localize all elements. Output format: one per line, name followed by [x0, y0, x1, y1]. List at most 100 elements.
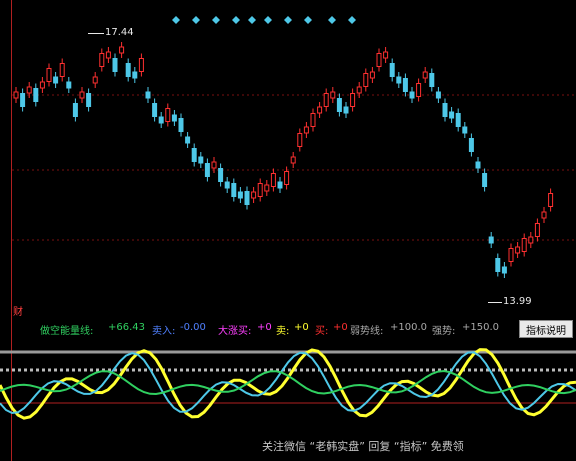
candle — [264, 180, 270, 196]
signal-marker — [284, 16, 292, 24]
candle — [211, 157, 217, 173]
signal-marker — [328, 16, 336, 24]
candle — [231, 178, 237, 202]
candle — [455, 108, 461, 132]
candle — [462, 122, 468, 138]
candle — [20, 88, 26, 112]
candle — [224, 177, 230, 193]
candle — [59, 58, 65, 82]
candle — [125, 58, 131, 82]
candle — [270, 168, 276, 192]
candle — [204, 158, 210, 182]
candle — [33, 83, 39, 107]
signal-marker — [232, 16, 240, 24]
candle — [303, 122, 309, 138]
candle — [66, 77, 72, 93]
candle — [251, 187, 257, 203]
candle — [376, 48, 382, 72]
candle — [495, 253, 501, 277]
signal-marker — [212, 16, 220, 24]
candle — [297, 128, 303, 152]
candle — [198, 152, 204, 168]
candle — [257, 178, 263, 202]
signal-marker — [264, 16, 272, 24]
candle — [435, 87, 441, 103]
candle — [422, 67, 428, 83]
candle — [185, 132, 191, 148]
candle — [310, 108, 316, 132]
candle — [389, 58, 395, 82]
candle — [86, 88, 92, 112]
candle — [515, 242, 521, 258]
high-price-label: 17.44 — [105, 27, 134, 38]
candle — [534, 218, 540, 242]
candle — [508, 243, 514, 267]
candle — [336, 93, 342, 117]
candle — [383, 47, 389, 63]
candle — [343, 102, 349, 118]
candle — [79, 87, 85, 103]
candle — [178, 113, 184, 137]
signal-marker — [192, 16, 200, 24]
candle — [165, 103, 171, 127]
candle — [442, 98, 448, 122]
watermark-text: 关注微信 “老韩实盘” 回复 “指标” 免费领 — [262, 440, 464, 453]
signal-marker — [348, 16, 356, 24]
candle — [237, 187, 243, 203]
candle — [416, 78, 422, 102]
indicator-lines — [0, 348, 576, 420]
candle — [429, 68, 435, 92]
candle — [475, 157, 481, 173]
candle — [409, 87, 415, 103]
candle — [39, 77, 45, 93]
candle — [350, 88, 356, 112]
candle — [488, 232, 494, 248]
candle — [323, 88, 329, 112]
candle — [369, 67, 375, 83]
indicator-line — [0, 348, 576, 420]
stock-chart-window: 17.44 13.99 财 做空能量线: +66.43 卖入: -0.00 大涨… — [0, 0, 576, 461]
candle — [244, 186, 250, 210]
candle — [528, 232, 534, 248]
candle — [132, 67, 138, 83]
candle — [521, 233, 527, 257]
price-candlestick-pane[interactable] — [0, 0, 576, 315]
candlesticks — [13, 42, 554, 278]
signal-markers — [172, 16, 356, 24]
candle — [26, 82, 32, 98]
candle — [119, 42, 125, 58]
candle — [541, 207, 547, 223]
candle — [356, 82, 362, 98]
price-grid — [12, 94, 576, 241]
candle — [13, 87, 19, 103]
indicator-line — [0, 369, 576, 396]
candle — [317, 102, 323, 118]
candle — [99, 48, 105, 72]
candle — [171, 110, 177, 126]
candle — [145, 87, 151, 103]
candle — [277, 177, 283, 193]
candle — [548, 188, 554, 212]
signal-marker — [248, 16, 256, 24]
candle — [501, 262, 507, 278]
candle — [112, 53, 118, 77]
candle — [158, 112, 164, 128]
candle — [468, 133, 474, 157]
candle — [396, 72, 402, 88]
candle — [449, 107, 455, 123]
candle — [46, 63, 52, 87]
signal-marker — [304, 16, 312, 24]
candle — [290, 152, 296, 168]
candle — [482, 168, 488, 192]
indicator-line — [0, 351, 576, 415]
candle — [152, 98, 158, 122]
high-price-leader — [88, 33, 104, 34]
candle — [402, 73, 408, 97]
low-price-leader — [488, 302, 502, 303]
low-price-label: 13.99 — [503, 296, 532, 307]
candle — [330, 87, 336, 103]
candle — [218, 163, 224, 187]
candle — [191, 143, 197, 167]
candle — [138, 53, 144, 77]
candle — [53, 72, 59, 88]
